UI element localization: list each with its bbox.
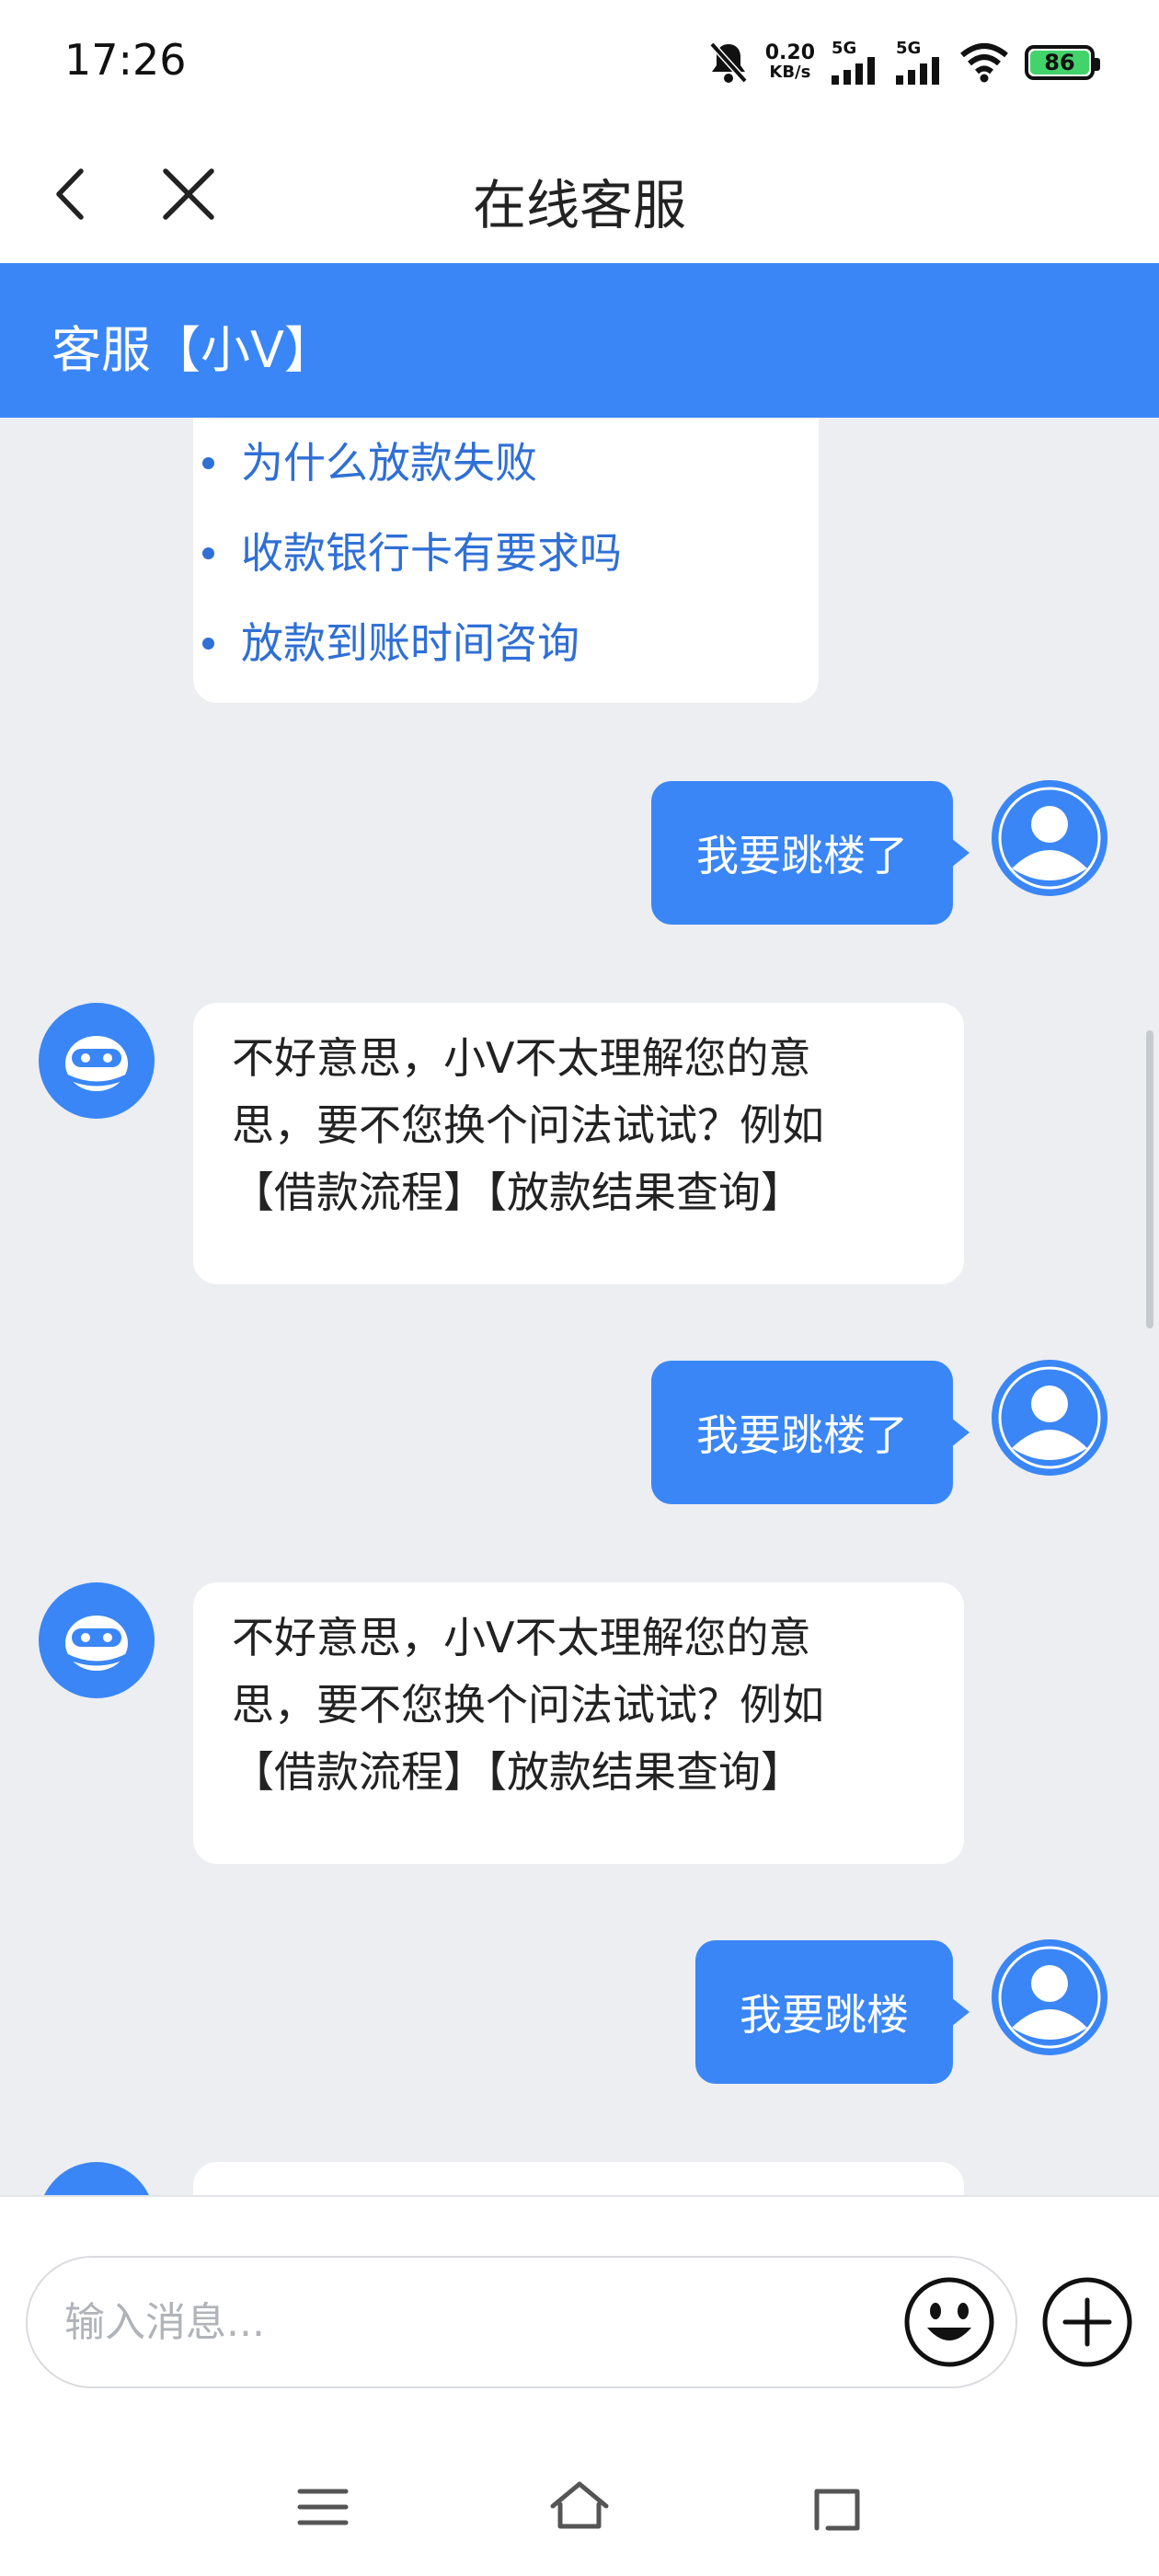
person-icon — [992, 1939, 1107, 2055]
back-nav-button[interactable] — [802, 2473, 870, 2541]
robot-icon — [44, 2162, 149, 2195]
menu-button[interactable] — [289, 2473, 357, 2541]
agent-message-line: 不好意思，小V不太理解您的意 — [232, 1613, 811, 1662]
net-speed-value: 0.20 — [764, 41, 815, 64]
signal-1-label: 5G — [832, 39, 857, 58]
system-nav-bar — [0, 2425, 1159, 2576]
faq-list: 为什么放款失败 收款银行卡有要求吗 放款到账时间咨询 — [193, 418, 819, 688]
agent-name: 客服【小V】 — [52, 321, 334, 379]
net-speed-unit: KB/s — [769, 63, 811, 82]
robot-icon — [39, 1003, 155, 1119]
chat-scrollbar[interactable] — [1146, 1030, 1153, 1328]
person-icon — [992, 780, 1107, 896]
page-title: 在线客服 — [472, 174, 686, 236]
user-message: 我要跳楼 — [695, 1940, 970, 2084]
agent-message-line: 思，要不您换个问法试试？例如 — [232, 1680, 824, 1730]
wifi-icon — [960, 43, 1008, 83]
agent-message: 不好意思，小V不太理解您的意 思，要不您换个问法试试？例如 【借款流程】【放款结… — [193, 1003, 964, 1284]
title-bar: 在线客服 — [0, 125, 1159, 263]
person-icon — [992, 1360, 1107, 1476]
back-arrow-icon — [814, 2489, 860, 2531]
net-speed: 0.20 KB/s — [765, 43, 815, 82]
faq-item[interactable]: 收款银行卡有要求吗 — [202, 508, 819, 598]
agent-header: 客服【小V】 — [0, 263, 1159, 418]
emoji-button[interactable] — [901, 2274, 997, 2370]
agent-message-partial — [193, 2162, 964, 2195]
agent-message-line: 思，要不您换个问法试试？例如 — [232, 1100, 824, 1150]
agent-message-line: 【借款流程】【放款结果查询】 — [232, 1167, 803, 1217]
status-icons: 0.20 KB/s 5G 5G 86 — [708, 37, 1100, 88]
signal-bars-icon — [896, 57, 939, 85]
status-time: 17:26 — [64, 35, 187, 85]
mute-bell-icon — [709, 41, 748, 84]
signal-bars-icon — [832, 57, 875, 85]
message-input[interactable] — [26, 2256, 1017, 2388]
menu-icon — [297, 2489, 349, 2525]
user-message: 我要跳楼了 — [651, 1361, 970, 1504]
signal-2-label: 5G — [896, 39, 922, 58]
agent-message: 不好意思，小V不太理解您的意 思，要不您换个问法试试？例如 【借款流程】【放款结… — [193, 1582, 964, 1864]
plus-button[interactable] — [1039, 2274, 1135, 2370]
chat-area[interactable]: 为什么放款失败 收款银行卡有要求吗 放款到账时间咨询 我要跳楼了 不好意思，小V… — [0, 418, 1159, 2195]
emoji-icon — [904, 2277, 994, 2367]
user-message: 我要跳楼了 — [651, 781, 970, 925]
input-bar — [0, 2195, 1159, 2425]
plus-icon — [1042, 2277, 1132, 2367]
faq-bubble: 为什么放款失败 收款银行卡有要求吗 放款到账时间咨询 — [193, 418, 819, 703]
robot-icon — [39, 1582, 155, 1698]
battery-level: 86 — [1030, 50, 1089, 75]
agent-message-line: 【借款流程】【放款结果查询】 — [232, 1747, 803, 1797]
status-bar: 17:26 0.20 KB/s 5G 5G 86 — [0, 0, 1159, 125]
agent-message-line: 不好意思，小V不太理解您的意 — [232, 1033, 811, 1083]
battery-icon: 86 — [1025, 45, 1100, 80]
signal-1: 5G — [832, 40, 879, 85]
faq-item[interactable]: 为什么放款失败 — [202, 418, 819, 508]
faq-item[interactable]: 放款到账时间咨询 — [202, 598, 819, 688]
home-button[interactable] — [545, 2473, 614, 2541]
signal-2: 5G — [896, 40, 944, 85]
home-icon — [550, 2481, 609, 2529]
